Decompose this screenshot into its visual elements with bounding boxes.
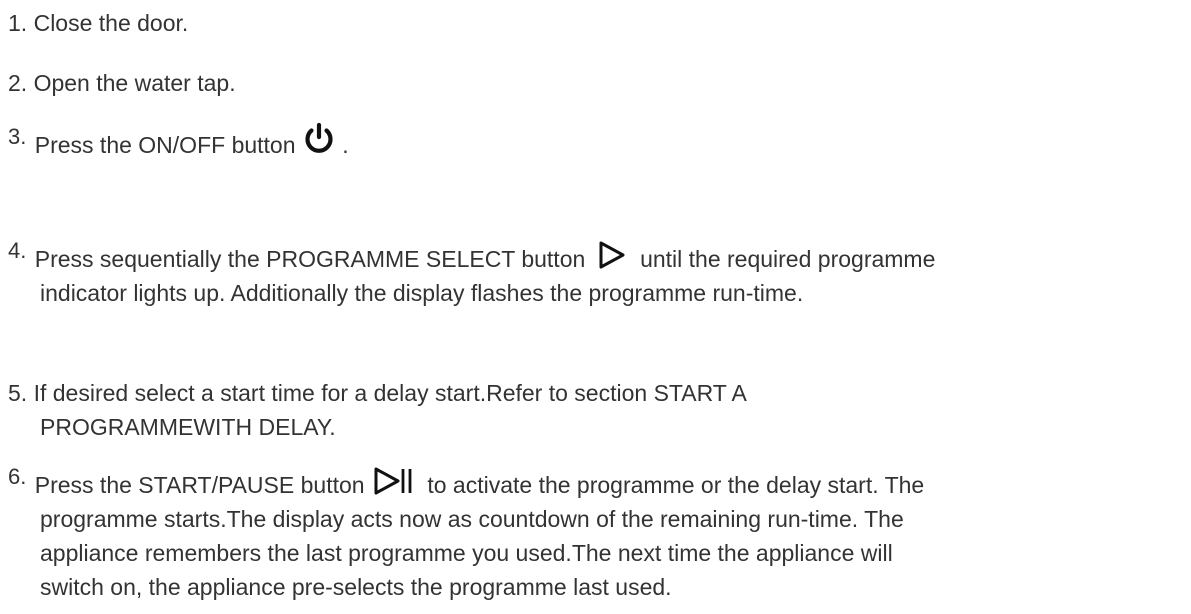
step-number: 3. bbox=[8, 124, 27, 149]
step-text-line3: appliance remembers the last programme y… bbox=[40, 540, 893, 566]
step-number: 1. bbox=[8, 10, 28, 36]
step-text-line2: PROGRAMMEWITH DELAY. bbox=[40, 414, 336, 440]
power-icon bbox=[302, 122, 336, 156]
step-6: 6. Press the START/PAUSE button to activ… bbox=[8, 460, 1181, 604]
step-5: 5. If desired select a start time for a … bbox=[8, 376, 1181, 444]
play-outline-icon bbox=[598, 240, 626, 270]
step-text-cont: to activate the programme or the delay s… bbox=[427, 472, 925, 498]
step-text: Close the door. bbox=[33, 10, 189, 36]
step-text-line4: switch on, the appliance pre-selects the… bbox=[40, 574, 672, 600]
step-text-end: . bbox=[342, 132, 349, 158]
step-text: Open the water tap. bbox=[33, 70, 236, 96]
step-4: 4. Press sequentially the PROGRAMME SELE… bbox=[8, 234, 1181, 310]
step-text: If desired select a start time for a del… bbox=[33, 380, 747, 406]
step-text: Press the START/PAUSE button bbox=[34, 472, 365, 498]
step-1: 1. Close the door. bbox=[8, 6, 1181, 40]
step-text-line2: indicator lights up. Additionally the di… bbox=[40, 280, 804, 306]
step-text: Press the ON/OFF button bbox=[34, 132, 296, 158]
step-number: 4. bbox=[8, 238, 27, 263]
step-2: 2. Open the water tap. bbox=[8, 66, 1181, 100]
step-number: 5. bbox=[8, 380, 28, 406]
play-pause-icon bbox=[373, 466, 415, 496]
instruction-list: 1. Close the door. 2. Open the water tap… bbox=[0, 0, 1191, 614]
step-text-line2: programme starts.The display acts now as… bbox=[40, 506, 904, 532]
step-number: 6. bbox=[8, 464, 27, 489]
step-text-cont: until the required programme bbox=[640, 246, 936, 272]
step-number: 2. bbox=[8, 70, 28, 96]
step-3: 3. Press the ON/OFF button . bbox=[8, 120, 1181, 162]
step-text: Press sequentially the PROGRAMME SELECT … bbox=[34, 246, 586, 272]
